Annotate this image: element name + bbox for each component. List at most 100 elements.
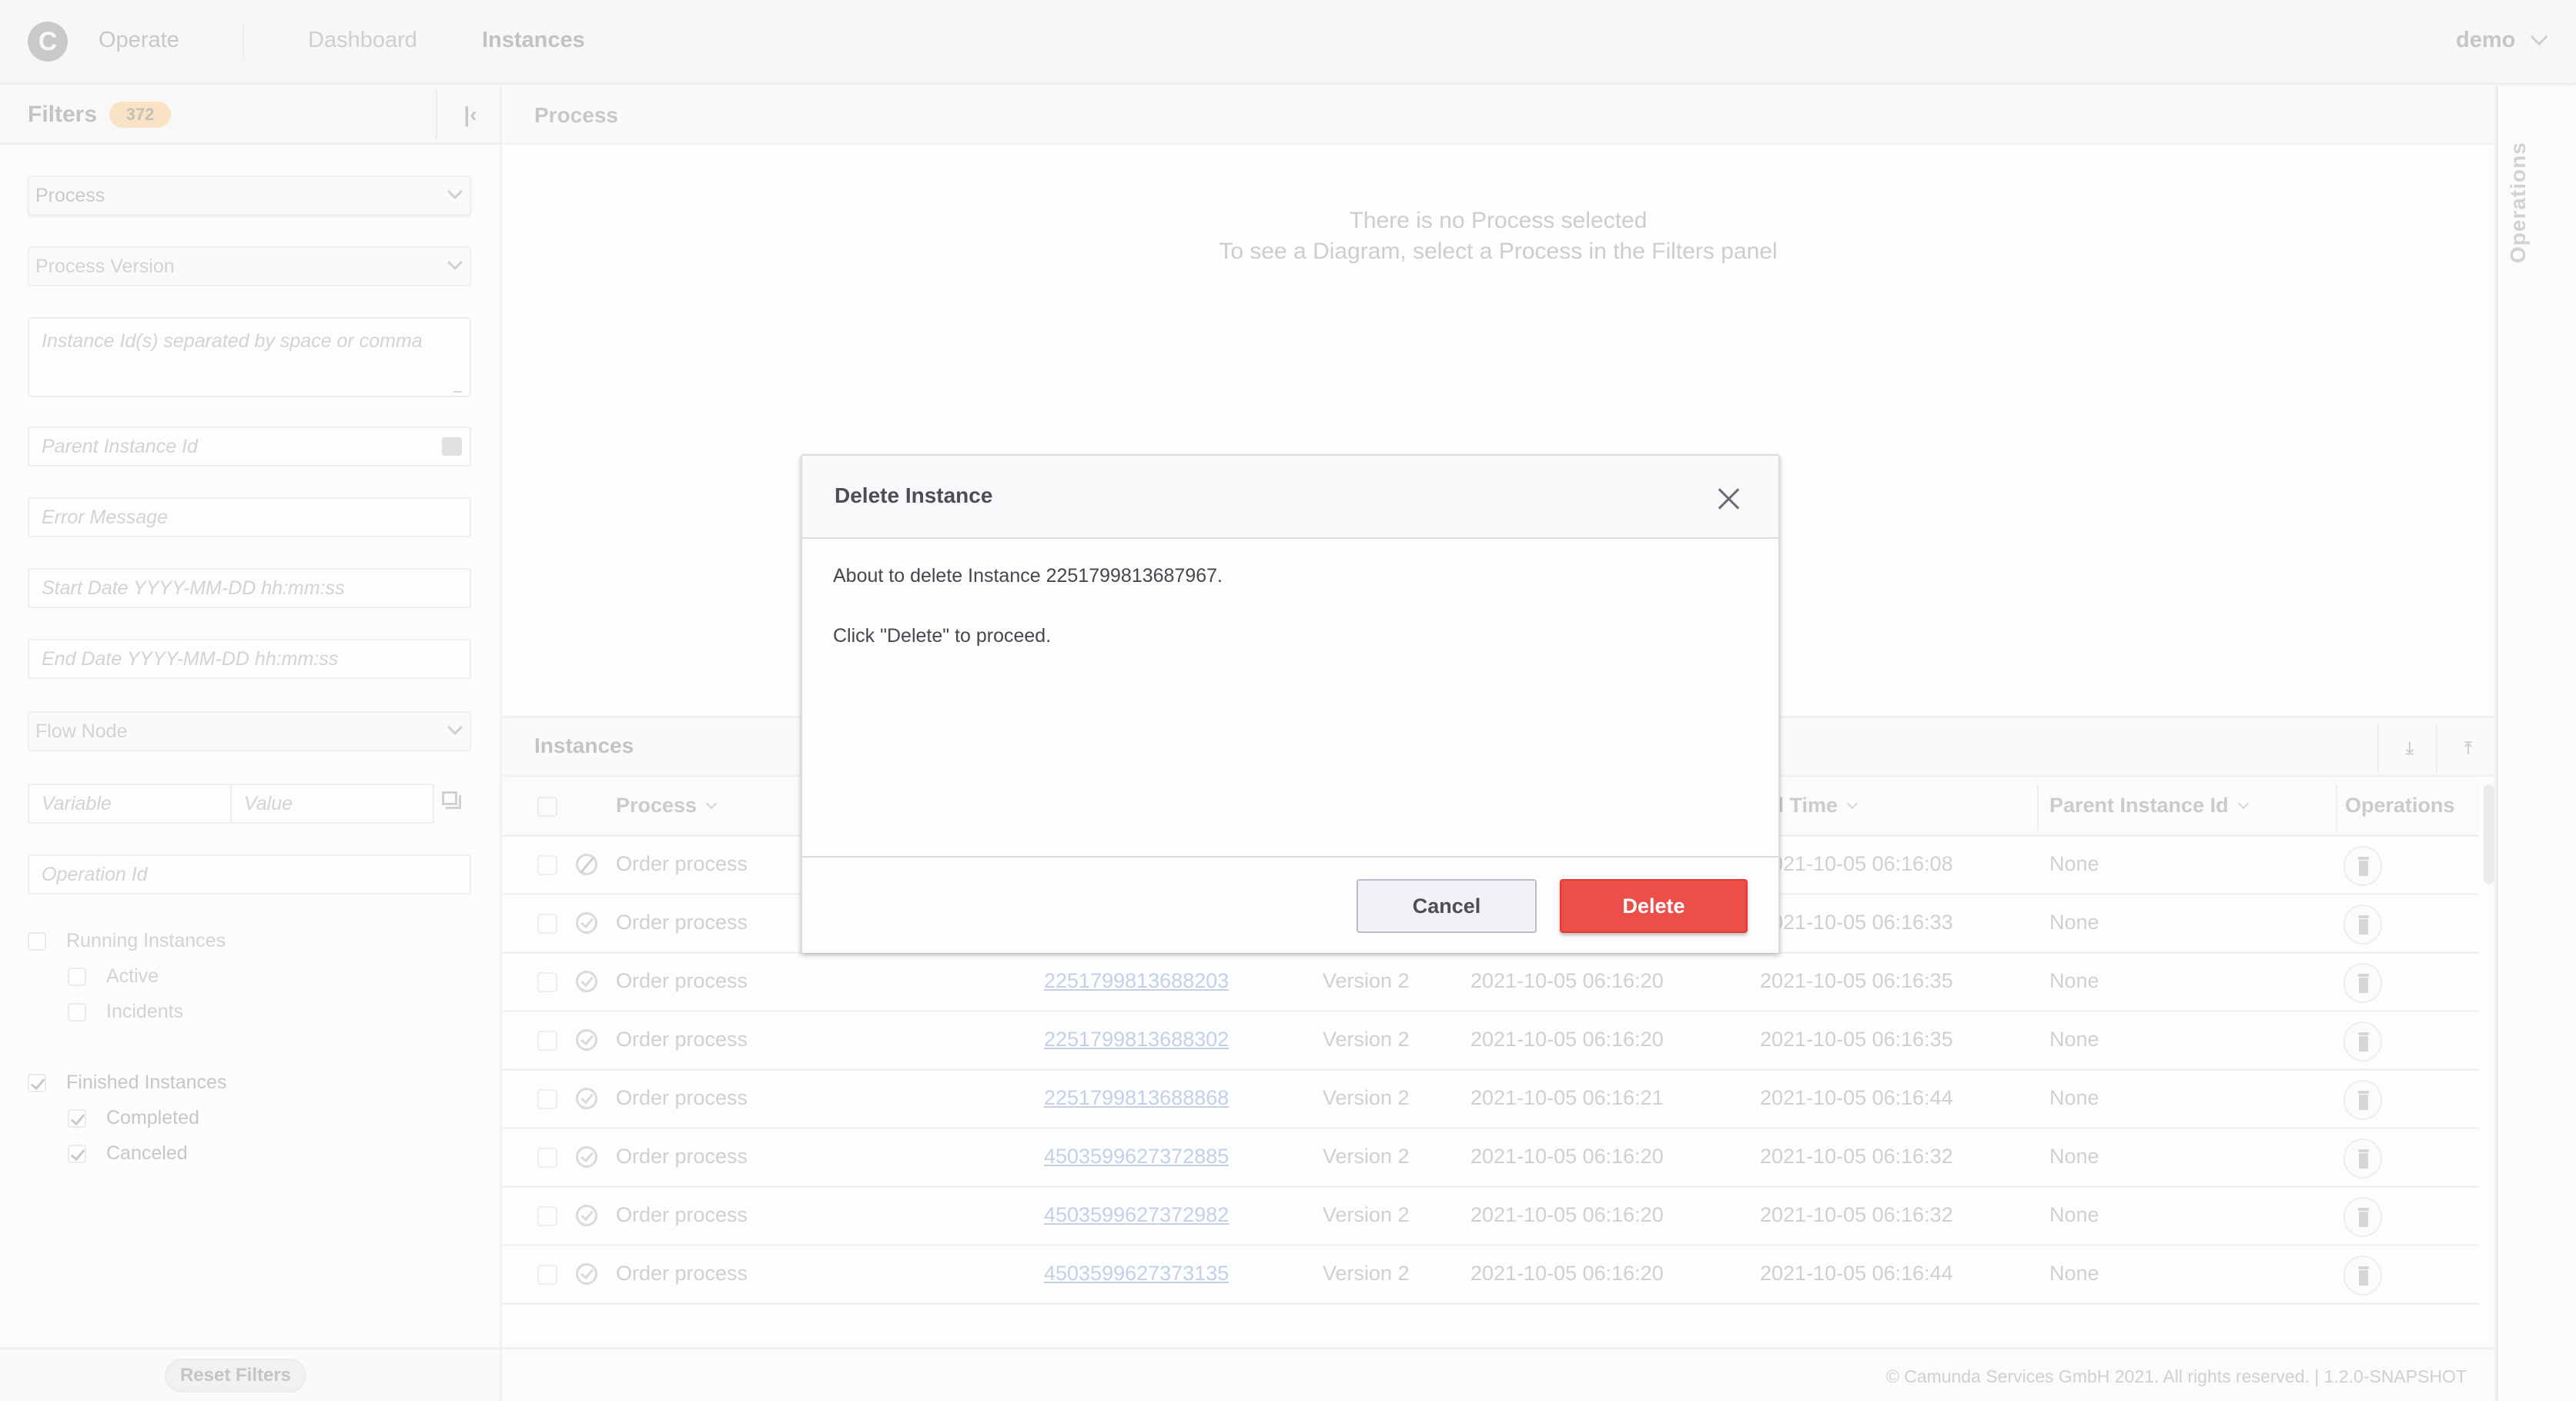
header-divider xyxy=(243,23,244,60)
delete-instance-button[interactable] xyxy=(2343,1139,2382,1179)
instance-id-link[interactable]: 2251799813688203 xyxy=(1044,969,1229,993)
table-row[interactable]: Order process 2251799813688203 Version 2 20… xyxy=(502,954,2479,1012)
instance-ids-placeholder: Instance Id(s) separated by space or com… xyxy=(42,330,423,352)
id-card-icon[interactable] xyxy=(442,437,462,456)
delete-instance-button[interactable] xyxy=(2343,1197,2382,1237)
cell-process: Order process xyxy=(616,1203,748,1226)
instance-id-link[interactable]: 2251799813688868 xyxy=(1044,1086,1229,1110)
instance-ids-input[interactable]: Instance Id(s) separated by space or com… xyxy=(28,317,471,397)
app-footer: © Camunda Services GmbH 2021. All rights… xyxy=(502,1347,2494,1401)
row-checkbox[interactable] xyxy=(537,1148,557,1168)
completed-checkbox[interactable]: Completed xyxy=(68,1107,199,1129)
row-checkbox[interactable] xyxy=(537,914,557,934)
delete-instance-button[interactable] xyxy=(2343,1021,2382,1062)
row-checkbox[interactable] xyxy=(537,1089,557,1109)
nav-instances[interactable]: Instances xyxy=(482,28,585,53)
start-date-input[interactable]: Start Date YYYY-MM-DD hh:mm:ss xyxy=(28,568,471,608)
canceled-state-icon xyxy=(576,854,597,875)
close-icon[interactable] xyxy=(1717,487,1741,511)
column-parent-instance-id[interactable]: Parent Instance Id xyxy=(2049,794,2249,818)
table-row[interactable]: Order process 4503599627373135 Version 2 20… xyxy=(502,1246,2479,1305)
trash-icon xyxy=(2358,857,2369,860)
resize-handle-icon[interactable] xyxy=(453,383,470,393)
table-row[interactable]: Order process 4503599627372982 Version 2 20… xyxy=(502,1188,2479,1246)
error-message-input[interactable]: Error Message xyxy=(28,497,471,537)
finished-instances-checkbox[interactable]: Finished Instances xyxy=(28,1072,226,1094)
table-row[interactable]: Order process 2251799813688868 Version 2 20… xyxy=(502,1071,2479,1129)
instances-panel-title: Instances xyxy=(534,734,634,757)
checkbox[interactable] xyxy=(28,931,46,951)
active-checkbox[interactable]: Active xyxy=(68,965,159,988)
completed-state-icon xyxy=(576,971,597,992)
empty-message-hint: To see a Diagram, select a Process in th… xyxy=(1219,239,1778,264)
table-row[interactable]: Order process 4503599627372885 Version 2 20… xyxy=(502,1129,2479,1188)
user-menu[interactable]: demo xyxy=(2456,28,2515,53)
column-process[interactable]: Process xyxy=(616,794,718,818)
delete-instance-button[interactable] xyxy=(2343,1080,2382,1120)
cell-process: Order process xyxy=(616,1028,748,1051)
trash-icon xyxy=(2359,1153,2368,1169)
delete-instance-button[interactable] xyxy=(2343,963,2382,1003)
multiple-values-icon[interactable] xyxy=(442,791,463,811)
select-all-checkbox[interactable] xyxy=(537,797,557,817)
operation-id-placeholder: Operation Id xyxy=(42,864,148,885)
row-checkbox[interactable] xyxy=(537,972,557,992)
cancel-button[interactable]: Cancel xyxy=(1357,879,1537,933)
cell-start-time: 2021-10-05 06:16:20 xyxy=(1470,1203,1664,1226)
canceled-checkbox[interactable]: Canceled xyxy=(68,1142,188,1165)
running-instances-checkbox[interactable]: Running Instances xyxy=(28,930,226,952)
delete-instance-button[interactable] xyxy=(2343,846,2382,886)
checkbox[interactable] xyxy=(68,1002,86,1021)
instance-id-link[interactable]: 2251799813688302 xyxy=(1044,1028,1229,1052)
cell-end-time: 2021-10-05 06:16:08 xyxy=(1760,852,1953,875)
checkbox-checked[interactable] xyxy=(28,1073,46,1092)
expand-up-icon[interactable]: ⤒ xyxy=(2457,737,2479,760)
collapse-filters-icon[interactable]: |‹ xyxy=(459,103,482,126)
process-version-select[interactable]: Process Version xyxy=(28,246,471,286)
trash-icon xyxy=(2358,1032,2369,1035)
instance-id-link[interactable]: 4503599627372885 xyxy=(1044,1145,1229,1169)
value-input[interactable]: Value xyxy=(230,785,433,822)
expand-down-icon[interactable]: ⤓ xyxy=(2399,737,2420,760)
row-checkbox[interactable] xyxy=(537,1206,557,1226)
instance-id-link[interactable]: 4503599627372982 xyxy=(1044,1203,1229,1227)
incidents-checkbox[interactable]: Incidents xyxy=(68,1001,183,1023)
checkbox-checked[interactable] xyxy=(68,1144,86,1163)
nav-dashboard[interactable]: Dashboard xyxy=(308,28,417,53)
process-select[interactable]: Process xyxy=(28,176,471,216)
filters-footer: Reset Filters xyxy=(0,1347,500,1401)
start-date-placeholder: Start Date YYYY-MM-DD hh:mm:ss xyxy=(42,577,345,599)
chevron-down-icon xyxy=(447,255,463,270)
operations-panel[interactable]: Operations xyxy=(2496,86,2576,1401)
checkbox-label: Incidents xyxy=(106,1001,184,1022)
operation-id-input[interactable]: Operation Id xyxy=(28,854,471,894)
checkbox[interactable] xyxy=(68,967,86,986)
cell-parent-instance-id: None xyxy=(2049,969,2099,992)
operations-panel-label[interactable]: Operations xyxy=(2506,142,2531,263)
divider xyxy=(2436,724,2437,772)
parent-instance-id-input[interactable]: Parent Instance Id xyxy=(28,426,471,466)
row-checkbox[interactable] xyxy=(537,1031,557,1051)
checkbox-checked[interactable] xyxy=(68,1108,86,1128)
sort-icon xyxy=(706,797,718,810)
delete-instance-button[interactable] xyxy=(2343,904,2382,945)
process-version-select-value: Process Version xyxy=(35,256,175,277)
variable-input[interactable]: Variable xyxy=(29,785,230,822)
delete-instance-button[interactable] xyxy=(2343,1256,2382,1296)
app-brand[interactable]: Operate xyxy=(99,28,179,53)
row-checkbox[interactable] xyxy=(537,1265,557,1285)
flow-node-select[interactable]: Flow Node xyxy=(28,711,471,751)
table-row[interactable]: Order process4503599627373498Version 220… xyxy=(502,1305,2479,1306)
trash-icon xyxy=(2359,1212,2368,1227)
camunda-logo-icon[interactable]: C xyxy=(28,22,68,62)
table-scrollbar[interactable] xyxy=(2484,784,2494,884)
row-checkbox[interactable] xyxy=(537,855,557,875)
delete-button[interactable]: Delete xyxy=(1560,879,1748,933)
reset-filters-button[interactable]: Reset Filters xyxy=(165,1359,306,1393)
table-row[interactable]: Order process 2251799813688302 Version 2 20… xyxy=(502,1012,2479,1071)
cell-end-time: 2021-10-05 06:16:35 xyxy=(1760,969,1953,992)
completed-state-icon xyxy=(576,1205,597,1226)
end-date-input[interactable]: End Date YYYY-MM-DD hh:mm:ss xyxy=(28,639,471,679)
chevron-down-icon[interactable] xyxy=(2530,28,2548,46)
instance-id-link[interactable]: 4503599627373135 xyxy=(1044,1262,1229,1286)
